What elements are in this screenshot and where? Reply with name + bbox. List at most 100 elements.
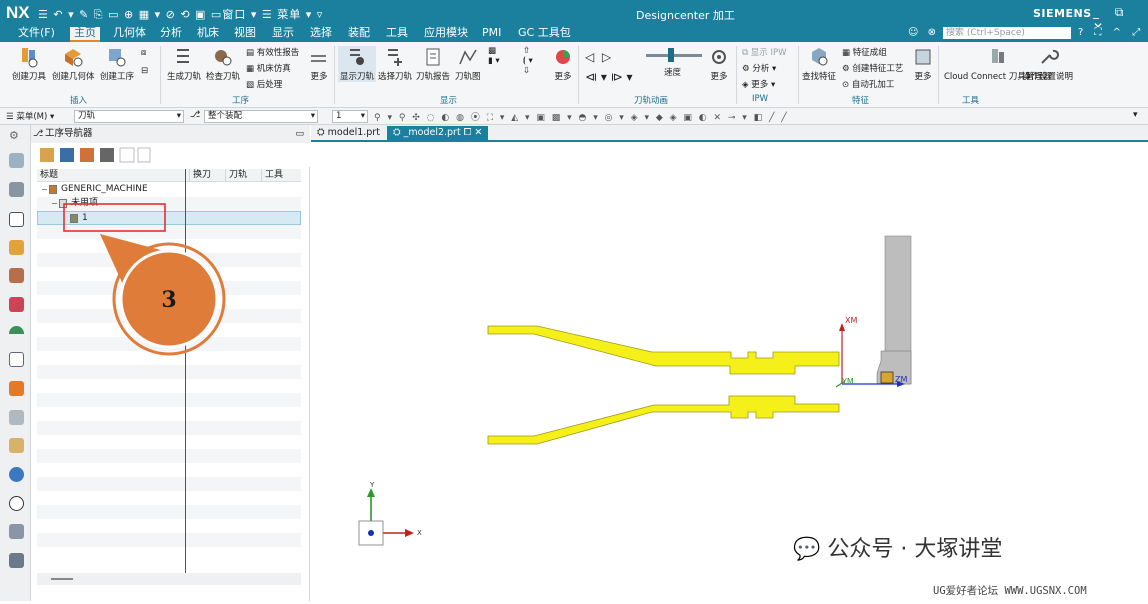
part-viewport[interactable]: XM YM ZM Y X <box>311 143 1148 601</box>
machining-knowledge-icon[interactable] <box>9 438 24 453</box>
display-more-button[interactable]: 更多 <box>552 46 574 82</box>
animation-play-controls[interactable]: ◁ ▷ <box>585 50 611 64</box>
clock-icon[interactable] <box>9 496 24 511</box>
show-toolpath-button[interactable]: 显示刀轨 <box>338 46 377 82</box>
system-materials-icon[interactable] <box>9 553 24 568</box>
table-row[interactable] <box>37 505 301 519</box>
operation-navigator-icon[interactable] <box>9 212 24 227</box>
table-row[interactable] <box>37 463 301 477</box>
selection-scope-combo[interactable]: 整个装配 ▾ <box>204 110 318 123</box>
table-row[interactable] <box>37 365 301 379</box>
tree-expander-icon[interactable]: − <box>41 183 48 196</box>
layer-combo[interactable]: 1 ▾ <box>332 110 368 123</box>
column-tool-change[interactable]: 换刀 <box>189 169 225 182</box>
tab-select[interactable]: 选择 <box>306 27 336 42</box>
tab-machine[interactable]: 机床 <box>193 27 223 42</box>
menu-button[interactable]: ☰ 菜单(M) ▾ <box>6 110 54 122</box>
table-row[interactable] <box>37 435 301 449</box>
table-row[interactable] <box>37 253 301 267</box>
create-tool-button[interactable]: 创建刀具 <box>12 46 46 82</box>
op-more-button[interactable]: 更多 <box>308 46 330 82</box>
table-row[interactable] <box>37 337 301 351</box>
tab-pmi[interactable]: PMI <box>478 27 505 42</box>
display-small-icons[interactable]: ▩ ▮ ▾ <box>488 46 500 66</box>
tab-analysis[interactable]: 分析 <box>156 27 186 42</box>
web-browser-icon[interactable] <box>9 352 24 367</box>
show-ipw-item[interactable]: ⧉ 显示 IPW <box>742 46 787 58</box>
view-mode-icons[interactable] <box>39 147 151 163</box>
horizontal-scrollbar[interactable] <box>37 573 301 585</box>
tab-gc-toolkit[interactable]: GC 工具包 <box>514 27 575 42</box>
display-more-icons[interactable]: ⇧ ⦗ ▾ ⇩ <box>523 46 533 76</box>
verify-toolpath-button[interactable]: 检查刀轨 <box>206 46 240 82</box>
auto-hole-machining-item[interactable]: ⊙ 自动孔加工 <box>842 78 894 90</box>
table-row[interactable] <box>37 379 301 393</box>
table-row[interactable] <box>37 225 301 239</box>
command-search-input[interactable]: 搜索 (Ctrl+Space) <box>943 27 1071 39</box>
operation-setup-notes-button[interactable]: 操作设置说明 <box>1022 46 1073 82</box>
tree-expander-icon[interactable]: − <box>51 197 58 210</box>
tab-view[interactable]: 视图 <box>230 27 260 42</box>
animation-step-controls[interactable]: ⧏ ▾ ⧐ ▾ <box>585 70 633 84</box>
part-profile-upper[interactable] <box>487 325 840 375</box>
machine-tool-navigator-icon[interactable] <box>9 240 24 255</box>
table-row[interactable]: − GENERIC_MACHINE <box>37 183 301 197</box>
toolbar-overflow-icon[interactable]: ▾ <box>1133 110 1138 120</box>
ipw-analysis-item[interactable]: ⚙ 分析 ▾ <box>742 62 776 74</box>
ipw-more-item[interactable]: ◈ 更多 ▾ <box>742 78 775 90</box>
settings-gear-icon[interactable]: ⚙ <box>9 129 24 144</box>
table-row[interactable] <box>37 267 301 281</box>
tab-model1[interactable]: ⛭ model1.prt <box>311 126 386 141</box>
table-row[interactable] <box>37 351 301 365</box>
small-insert-icon-2[interactable]: ⊟ <box>141 66 148 76</box>
table-row[interactable] <box>37 309 301 323</box>
create-geometry-button[interactable]: 创建几何体 <box>52 46 95 82</box>
tab-assembly[interactable]: 装配 <box>344 27 374 42</box>
select-toolpath-button[interactable]: 选择刀轨 <box>378 46 412 82</box>
graphics-window[interactable]: XM YM ZM Y X 💬 公众号 · 大塚讲堂 UG爱好者论坛 WWW.UG… <box>311 143 1148 601</box>
type-filter-combo[interactable]: 刀轨 ▾ <box>74 110 184 123</box>
table-row[interactable] <box>37 449 301 463</box>
quick-access-toolbar[interactable]: ☰ ↶ ▾ ✎ ⎘ ▭ ⊕ ▦ ▾ ⊘ ⟲ ▣ ▭窗口 ▾ ☰ 菜单 ▾ ▿ <box>38 6 323 22</box>
create-operation-button[interactable]: 创建工序 <box>100 46 134 82</box>
process-studio-icon[interactable] <box>9 410 24 425</box>
tab-display[interactable]: 显示 <box>268 27 298 42</box>
column-toolpath[interactable]: 刀轨 <box>225 169 261 182</box>
feedback-icons[interactable]: ☺ ⊗ <box>908 27 939 38</box>
table-row[interactable] <box>37 393 301 407</box>
table-row[interactable] <box>37 421 301 435</box>
part-navigator-icon[interactable] <box>9 153 24 168</box>
create-feature-process-item[interactable]: ⚙ 创建特征工艺 <box>842 62 903 74</box>
tab-applications[interactable]: 应用模块 <box>420 27 472 42</box>
table-row[interactable] <box>37 547 301 561</box>
feature-grouping-item[interactable]: ▦ 特征成组 <box>842 46 887 58</box>
generate-toolpath-button[interactable]: 生成刀轨 <box>167 46 201 82</box>
table-row[interactable]: 1 <box>37 211 301 225</box>
table-row[interactable] <box>37 533 301 547</box>
tab-home[interactable]: 主页 <box>70 27 100 42</box>
reuse-library-icon[interactable] <box>9 326 24 334</box>
cutting-insert[interactable] <box>880 371 894 384</box>
postprocess-item[interactable]: ▧ 后处理 <box>246 78 282 90</box>
table-row[interactable] <box>37 295 301 309</box>
snap-icons[interactable]: ⚲ ▾ ⚲ ✣ ◌ ◐ ◍ ⦿ ⛶ ▾ ◭ ▾ ▣ ▩ ▾ ◓ ▾ ◎ ▾ ◈ … <box>374 110 789 123</box>
small-insert-icon-1[interactable]: ⧈ <box>141 48 146 58</box>
animation-more-button[interactable]: 更多 <box>708 46 730 82</box>
find-feature-button[interactable]: 查找特征 <box>802 46 836 82</box>
help-window-icons[interactable]: ? ⛶ ^ ⤢ <box>1078 27 1144 38</box>
column-tool[interactable]: 工具 <box>261 169 301 182</box>
table-row[interactable] <box>37 407 301 421</box>
history-palette-icon[interactable] <box>9 381 24 396</box>
tab-tools[interactable]: 工具 <box>382 27 412 42</box>
tab-geometry[interactable]: 几何体 <box>109 27 150 42</box>
roles-icon[interactable] <box>9 524 24 539</box>
menu-file[interactable]: 文件(F) <box>14 27 59 42</box>
table-row[interactable] <box>37 477 301 491</box>
table-row[interactable] <box>37 239 301 253</box>
toolpath-graph-button[interactable]: 刀轨图 <box>455 46 481 82</box>
speed-slider[interactable] <box>646 54 702 57</box>
speed-slider-thumb[interactable] <box>668 48 674 62</box>
table-row[interactable] <box>37 323 301 337</box>
part-profile-lower[interactable] <box>487 395 840 445</box>
validity-report-item[interactable]: ▤ 有效性报告 <box>246 46 299 58</box>
